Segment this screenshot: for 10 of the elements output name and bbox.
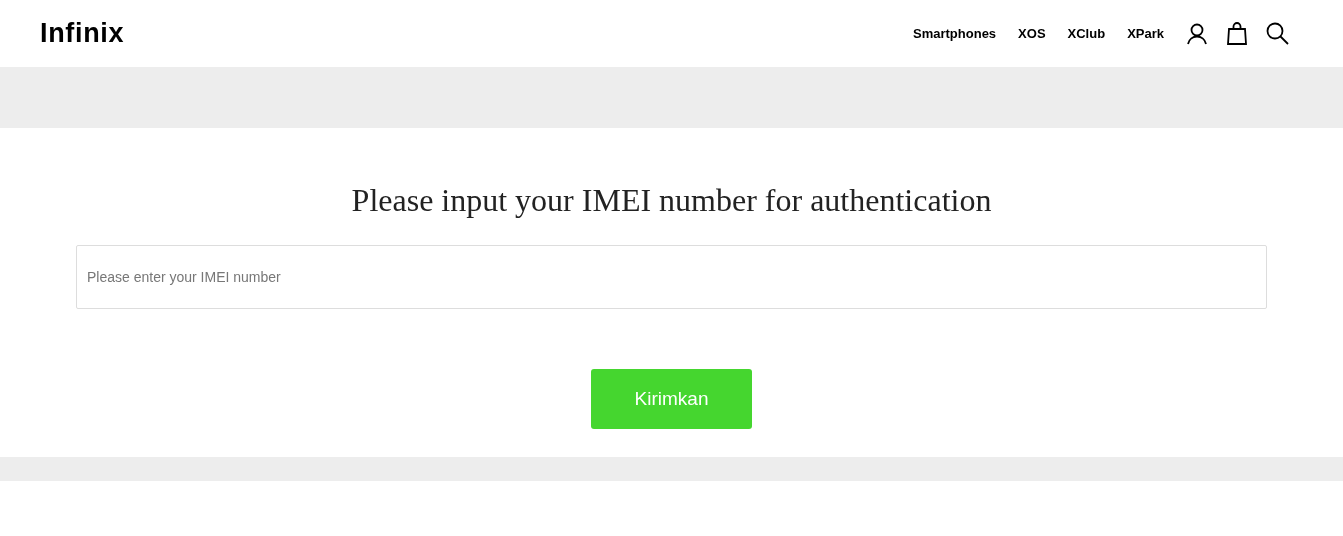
nav-link[interactable]: Smartphones [913, 23, 997, 44]
user-icon[interactable] [1186, 22, 1208, 45]
nav-link[interactable]: XPark [1127, 23, 1164, 44]
shopping-bag-icon[interactable] [1227, 22, 1247, 45]
imei-input-field[interactable]: Please enter your IMEI number [76, 245, 1267, 309]
nav-link[interactable]: XClub [1067, 23, 1106, 44]
search-icon[interactable] [1266, 22, 1289, 45]
nav-link[interactable]: XOS [1018, 23, 1046, 44]
logo[interactable]: Infinix [40, 20, 125, 47]
page-heading: Please input your IMEI number for authentication [351, 184, 992, 216]
